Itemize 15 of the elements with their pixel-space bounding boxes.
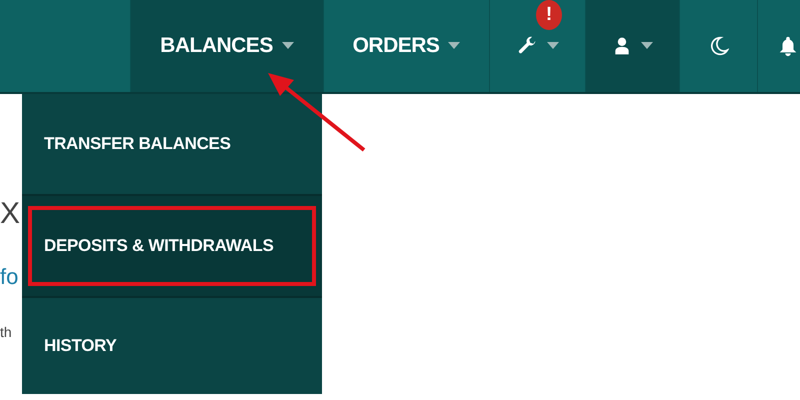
alert-badge: ! (536, 0, 562, 30)
menu-item[interactable]: DEPOSITS & WITHDRAWALS (28, 206, 316, 286)
caret-icon (641, 42, 653, 50)
caret-icon (448, 42, 460, 50)
menu-item[interactable]: TRANSFER BALANCES (28, 104, 316, 184)
caret-icon (547, 42, 559, 50)
page-text: th (0, 324, 13, 340)
moon-icon (708, 35, 728, 57)
caret-icon (282, 42, 294, 50)
page-heading: X (0, 196, 22, 232)
nav-tab[interactable]: BALANCES (130, 0, 323, 92)
nav-tab[interactable]: ORDERS (323, 0, 489, 92)
bell-icon (777, 34, 799, 58)
nav-tab[interactable] (585, 0, 679, 92)
menu-item[interactable]: HISTORY (28, 306, 316, 386)
